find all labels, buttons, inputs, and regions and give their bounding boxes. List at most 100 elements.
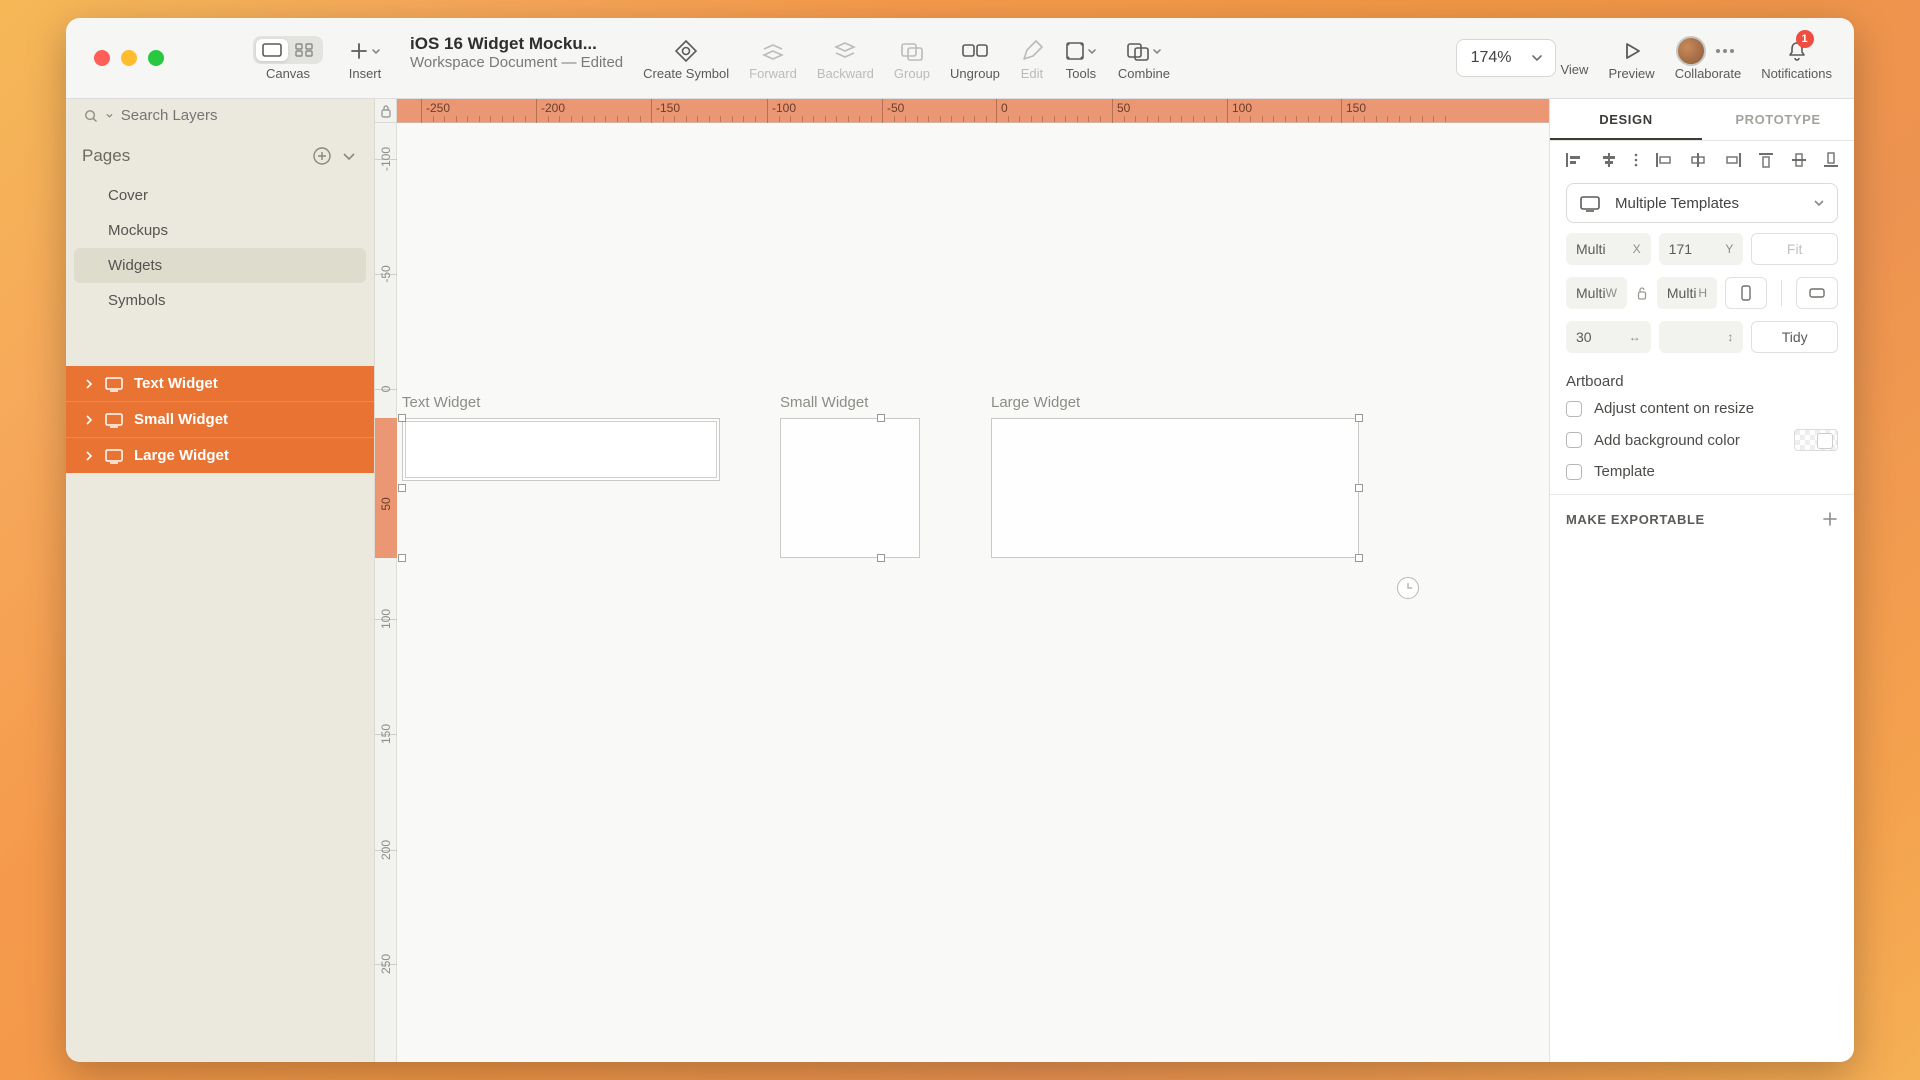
chevron-right-icon (84, 379, 94, 389)
avatar (1676, 36, 1706, 66)
align-middle-icon[interactable] (1790, 151, 1808, 169)
h-gap-input[interactable]: 30↔ (1566, 321, 1651, 353)
chevron-down-icon[interactable] (342, 149, 356, 163)
alignment-controls (1550, 141, 1854, 173)
v-gap-input[interactable]: ↕ (1659, 321, 1744, 353)
zoom-select[interactable]: 174% (1456, 39, 1557, 77)
y-input[interactable]: 171Y (1659, 233, 1744, 265)
selection-handle[interactable] (877, 554, 885, 562)
more-icon (1710, 49, 1740, 53)
tab-design[interactable]: DESIGN (1550, 99, 1702, 140)
artboard-section-label: Artboard (1550, 359, 1854, 394)
artboard-title[interactable]: Text Widget (402, 394, 480, 411)
align-right-edge-icon[interactable] (1723, 151, 1743, 169)
selection-handle[interactable] (1355, 414, 1363, 422)
tools-button[interactable]: Tools (1054, 18, 1108, 98)
align-top-icon[interactable] (1757, 151, 1775, 169)
background-color-swatch[interactable] (1794, 429, 1838, 451)
artboard[interactable] (780, 418, 920, 558)
group-button[interactable]: Group (884, 18, 940, 98)
components-mode-button[interactable] (288, 39, 320, 61)
edit-button[interactable]: Edit (1010, 18, 1054, 98)
fullscreen-window-icon[interactable] (148, 50, 164, 66)
page-item[interactable]: Cover (74, 178, 366, 213)
inspector: DESIGN PROTOTYPE Multiple Templates (1549, 99, 1854, 1062)
search-input[interactable] (121, 107, 356, 124)
ruler-vertical[interactable]: -100-5005010015020025050 (375, 123, 397, 1062)
annotation-icon[interactable] (1397, 577, 1419, 599)
page-item[interactable]: Symbols (74, 283, 366, 318)
adjust-content-checkbox[interactable]: Adjust content on resize (1550, 394, 1854, 423)
h-input[interactable]: MultiH (1657, 277, 1717, 309)
tab-prototype[interactable]: PROTOTYPE (1702, 99, 1854, 140)
view-mode-label: Canvas (266, 66, 310, 81)
add-page-icon[interactable] (312, 146, 332, 166)
artboard-icon (104, 412, 124, 428)
layer-item[interactable]: Large Widget (66, 437, 374, 473)
fit-button[interactable]: Fit (1751, 233, 1838, 265)
selection-handle[interactable] (1355, 554, 1363, 562)
titlebar: Canvas Insert iOS 16 Widget Mocku... Wor… (66, 18, 1854, 99)
selection-handle[interactable] (877, 414, 885, 422)
artboard-title[interactable]: Large Widget (991, 394, 1080, 411)
canvas-area: -250-200-150-100-50050100150 -100-500501… (375, 99, 1549, 1062)
page-item[interactable]: Widgets (74, 248, 366, 283)
layer-search[interactable] (66, 99, 374, 134)
document-title: iOS 16 Widget Mocku... Workspace Documen… (392, 18, 633, 98)
w-input[interactable]: MultiW (1566, 277, 1627, 309)
canvas[interactable]: Text Widget Small Widget Large Widget (397, 123, 1549, 1062)
layer-item[interactable]: Small Widget (66, 401, 374, 437)
orientation-portrait-button[interactable] (1725, 277, 1767, 309)
search-icon (84, 108, 98, 124)
align-bottom-icon[interactable] (1822, 151, 1840, 169)
plus-icon (1822, 511, 1838, 527)
notifications-button[interactable]: 1 Notifications (1751, 18, 1854, 98)
insert-button[interactable]: Insert (338, 18, 392, 98)
selection-handle[interactable] (1355, 484, 1363, 492)
chevron-right-icon (84, 451, 94, 461)
forward-button[interactable]: Forward (739, 18, 807, 98)
make-exportable-button[interactable]: MAKE EXPORTABLE (1550, 494, 1854, 543)
selection-handle[interactable] (398, 414, 406, 422)
collaborate-button[interactable]: Collaborate (1665, 18, 1752, 98)
x-input[interactable]: MultiX (1566, 233, 1651, 265)
align-left-icon[interactable] (1564, 151, 1584, 169)
layer-item[interactable]: Text Widget (66, 366, 374, 401)
align-left-edge-icon[interactable] (1654, 151, 1674, 169)
artboard-icon (104, 376, 124, 392)
ungroup-button[interactable]: Ungroup (940, 18, 1010, 98)
notification-badge: 1 (1796, 30, 1814, 48)
artboard-icon (104, 448, 124, 464)
chevron-down-icon (106, 111, 113, 121)
chevron-down-icon (1813, 197, 1825, 209)
combine-button[interactable]: Combine (1108, 18, 1180, 98)
orientation-landscape-button[interactable] (1796, 277, 1838, 309)
chevron-down-icon (1531, 52, 1543, 64)
align-center-icon[interactable] (1688, 151, 1708, 169)
canvas-mode-button[interactable] (256, 39, 288, 61)
background-color-checkbox[interactable]: Add background color (1550, 423, 1854, 457)
minimize-window-icon[interactable] (121, 50, 137, 66)
selection-handle[interactable] (398, 484, 406, 492)
ruler-lock-icon[interactable] (375, 99, 397, 123)
artboard-title[interactable]: Small Widget (780, 394, 868, 411)
ruler-horizontal[interactable]: -250-200-150-100-50050100150 (397, 99, 1549, 123)
tidy-button[interactable]: Tidy (1751, 321, 1838, 353)
backward-button[interactable]: Backward (807, 18, 884, 98)
artboard-icon (1579, 194, 1601, 212)
page-item[interactable]: Mockups (74, 213, 366, 248)
align-center-h-icon[interactable] (1599, 151, 1619, 169)
preview-button[interactable]: Preview (1598, 18, 1664, 98)
selection-handle[interactable] (398, 554, 406, 562)
lock-icon[interactable] (1637, 286, 1647, 300)
pages-header[interactable]: Pages (66, 134, 374, 178)
template-select[interactable]: Multiple Templates (1566, 183, 1838, 223)
more-align-icon[interactable] (1633, 151, 1639, 169)
artboard[interactable] (991, 418, 1359, 558)
view-mode-segment: Canvas (238, 18, 338, 98)
view-button[interactable]: View (1550, 18, 1598, 98)
close-window-icon[interactable] (94, 50, 110, 66)
template-checkbox[interactable]: Template (1550, 457, 1854, 486)
chevron-right-icon (84, 415, 94, 425)
create-symbol-button[interactable]: Create Symbol (633, 18, 739, 98)
